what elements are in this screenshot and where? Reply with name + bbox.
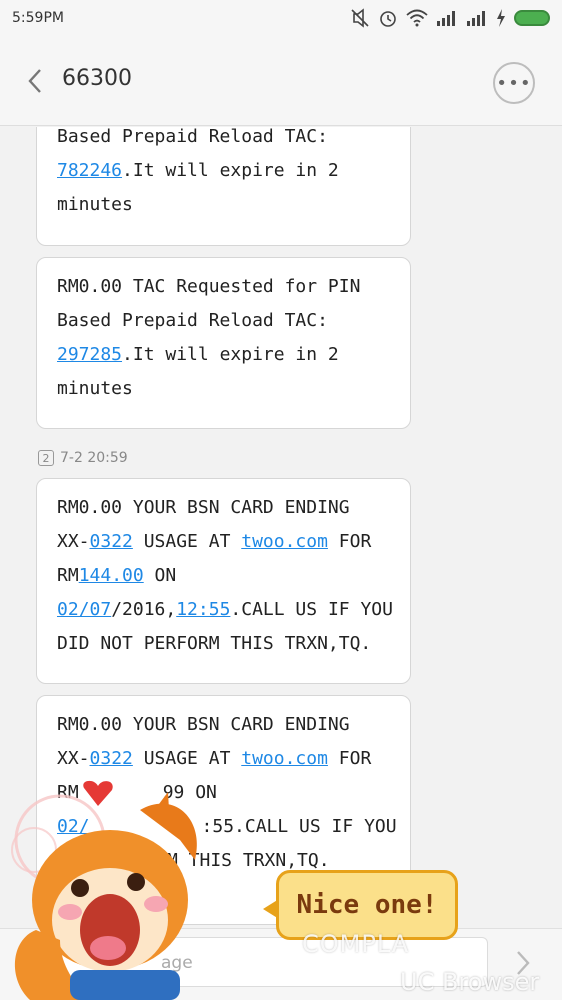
alarm-icon [378,8,398,28]
message-line: RM0.00 TAC Requested for PIN [57,276,361,297]
signal-icon-2 [466,10,488,26]
message-line: XX-0322 USAGE AT twoo.com FOR [57,748,372,769]
charging-icon [496,9,506,27]
message-line: RM0.00 YOUR BSN CARD ENDING [57,714,350,735]
tac-code-link[interactable]: 782246 [57,160,122,181]
message-line: 02/07/2016,12:55.CALL US IF YOU [57,599,393,620]
message-line: Based Prepaid Reload TAC: [57,310,328,331]
message-line: 297285.It will expire in 2 [57,344,339,365]
message-line: RM0.00 YOUR BSN CARD ENDING [57,497,350,518]
more-options-button[interactable]: ••• [493,62,535,104]
signal-icon [436,10,458,26]
message-line: XX-0322 USAGE AT twoo.com FOR [57,531,372,552]
date-link[interactable]: 02/07 [57,599,111,620]
battery-icon [514,10,550,26]
back-button[interactable] [20,64,50,98]
message-line: Based Prepaid Reload TAC: [57,127,328,147]
message-timestamp: 2 7-2 20:59 [38,450,128,466]
timestamp-text: 7-2 20:59 [60,450,128,466]
squirrel-mascot-sticker [0,780,270,1000]
message-line: 782246.It will expire in 2 [57,160,339,181]
card-number-link[interactable]: 0322 [90,748,133,769]
message-line: DID NOT PERFORM THIS TRXN,TQ. [57,633,372,654]
wifi-icon [406,9,428,27]
status-icons [350,8,550,28]
more-icon: ••• [496,72,532,94]
time-link[interactable]: 12:55 [176,599,230,620]
message-bubble[interactable]: Based Prepaid Reload TAC: 782246.It will… [36,127,411,246]
uc-browser-watermark: UC Browser [400,968,540,996]
message-line: minutes [57,378,133,399]
card-number-link[interactable]: 0322 [90,531,133,552]
message-bubble[interactable]: RM0.00 TAC Requested for PIN Based Prepa… [36,257,411,429]
sim-icon: 2 [38,450,54,466]
app-bar: 66300 ••• [0,36,562,126]
message-line: RM144.00 ON [57,565,177,586]
tac-code-link[interactable]: 297285 [57,344,122,365]
message-line: minutes [57,194,133,215]
watermark-text: COMPLA [302,930,410,958]
website-link[interactable]: twoo.com [241,531,328,552]
status-time: 5:59PM [12,10,64,26]
status-bar: 5:59PM [0,0,562,36]
mute-icon [350,8,370,28]
website-link[interactable]: twoo.com [241,748,328,769]
amount-link[interactable]: 144.00 [79,565,144,586]
conversation-title: 66300 [62,66,132,91]
message-bubble[interactable]: RM0.00 YOUR BSN CARD ENDING XX-0322 USAG… [36,478,411,684]
chevron-left-icon [28,69,41,93]
